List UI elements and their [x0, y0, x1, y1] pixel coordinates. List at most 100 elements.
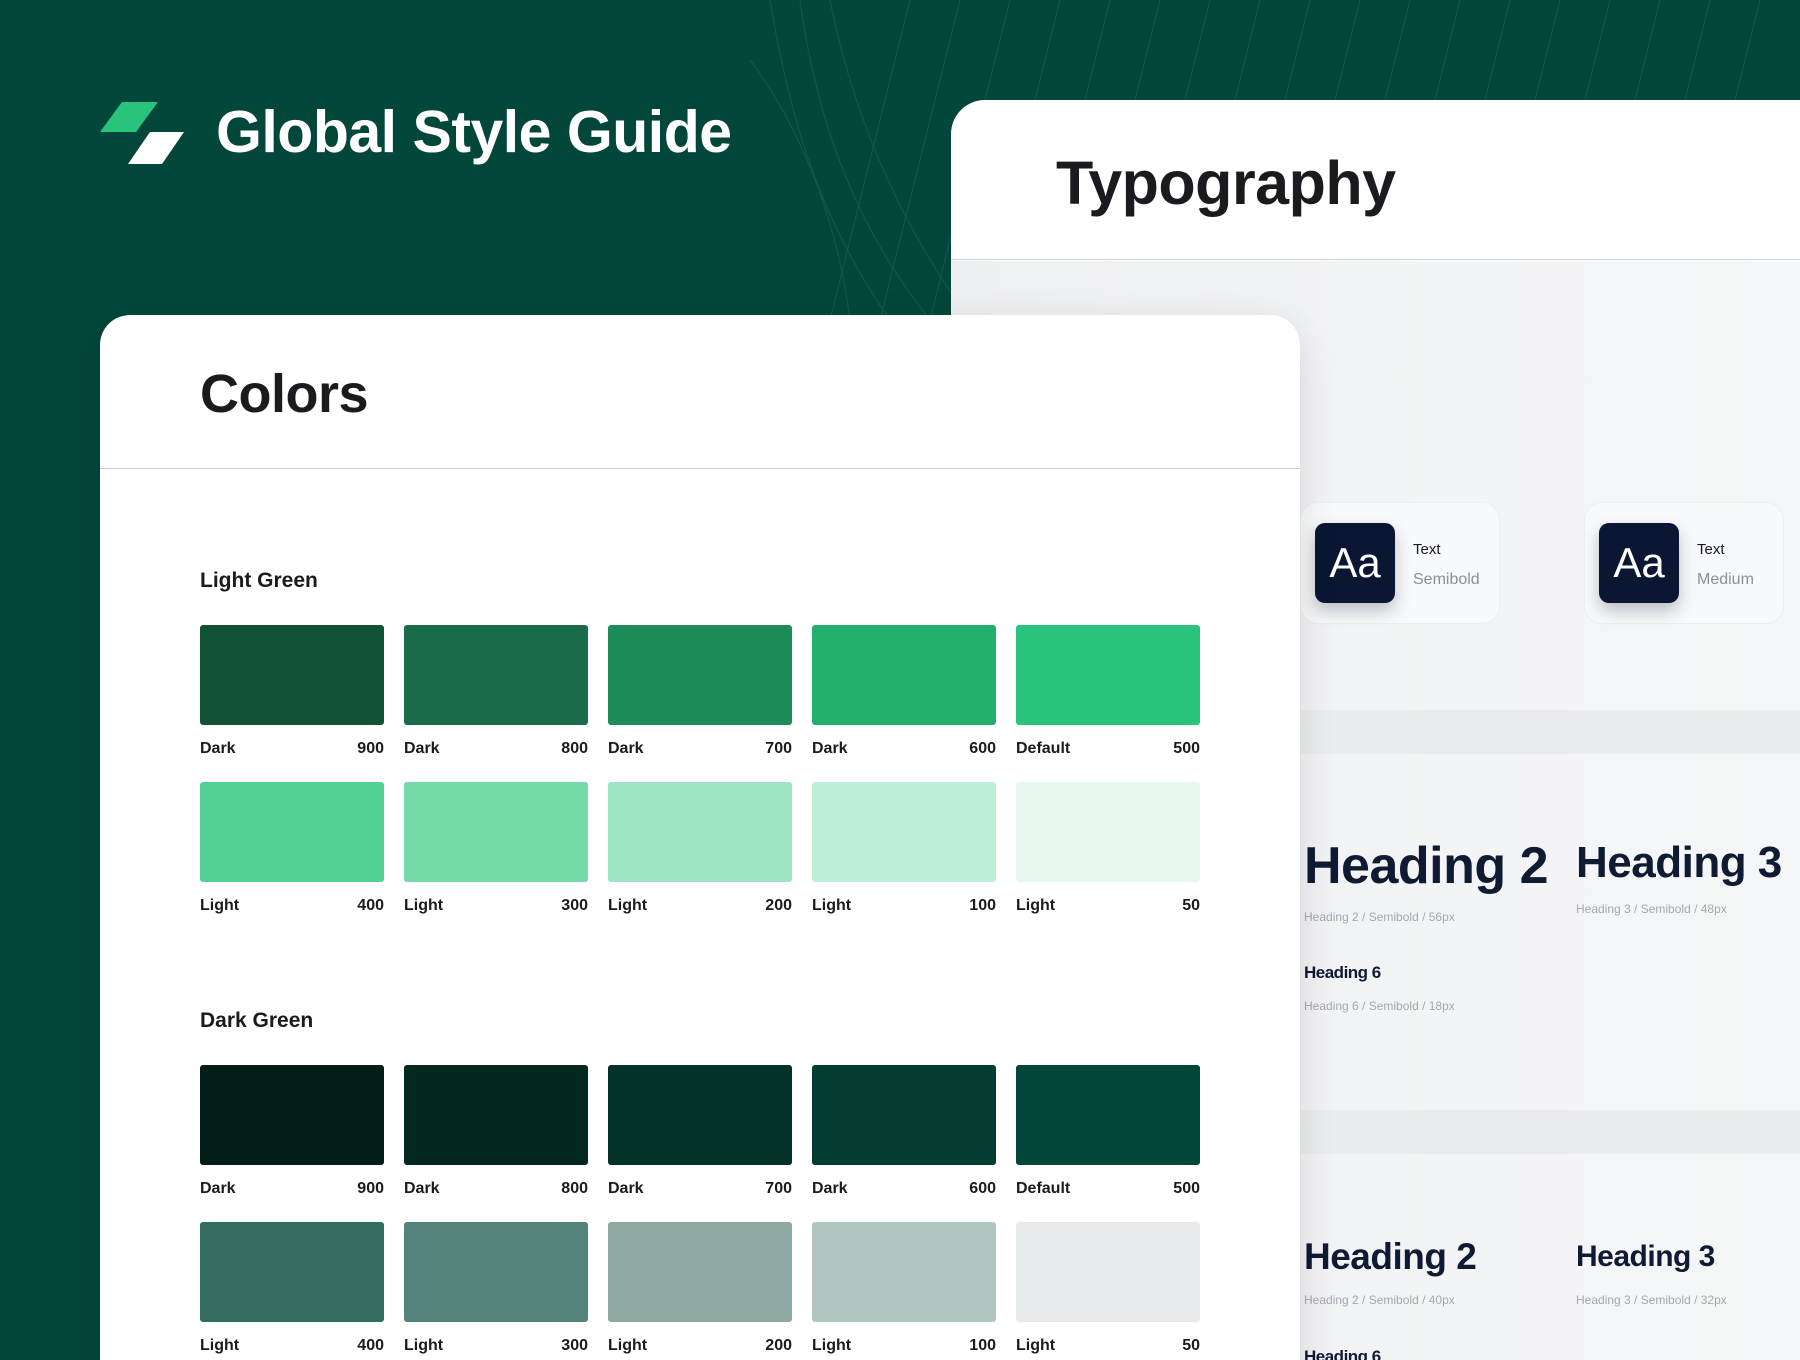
- font-weight: Medium: [1697, 571, 1754, 588]
- colors-header: Colors: [100, 315, 1300, 469]
- heading3-sample: Heading 3: [1576, 838, 1782, 887]
- heading2-meta: Heading 2 / Semibold / 40px: [1304, 1293, 1455, 1307]
- swatch-value: 600: [969, 740, 996, 757]
- swatch-color-box: [608, 625, 792, 725]
- swatch-row: Dark 900 Dark 800 Dark 700 Dark 600 Default 500: [200, 1065, 1202, 1198]
- swatch-label: Light: [812, 897, 852, 914]
- swatch-color-box: [608, 1065, 792, 1165]
- swatch-value: 50: [1182, 897, 1200, 914]
- color-swatch[interactable]: Dark 600: [812, 625, 996, 758]
- swatch-caption: Light 100: [812, 897, 996, 915]
- swatch-value: 400: [357, 897, 384, 914]
- color-swatch[interactable]: Light 300: [404, 1222, 588, 1355]
- font-chip-semibold[interactable]: Aa Text Semibold: [1300, 502, 1500, 624]
- swatch-label: Light: [608, 897, 648, 914]
- swatch-caption: Light 200: [608, 1337, 792, 1355]
- swatch-caption: Default 500: [1016, 740, 1200, 758]
- heading2-sample: Heading 2: [1304, 1236, 1477, 1277]
- typography-title: Typography: [1056, 149, 1396, 217]
- swatch-color-box: [812, 1222, 996, 1322]
- color-swatch[interactable]: Dark 800: [404, 1065, 588, 1198]
- swatch-label: Light: [1016, 1337, 1056, 1354]
- color-swatch[interactable]: Light 100: [812, 1222, 996, 1355]
- swatch-caption: Light 300: [404, 897, 588, 915]
- swatch-color-box: [404, 1065, 588, 1165]
- color-swatch[interactable]: Dark 600: [812, 1065, 996, 1198]
- swatch-color-box: [812, 1065, 996, 1165]
- section-divider: [1300, 1110, 1800, 1154]
- group-label-dark-green: Dark Green: [200, 1009, 314, 1032]
- swatch-color-box: [200, 782, 384, 882]
- color-swatch[interactable]: Light 50: [1016, 782, 1200, 915]
- swatch-color-box: [812, 625, 996, 725]
- color-swatch[interactable]: Dark 700: [608, 625, 792, 758]
- swatch-caption: Default 500: [1016, 1180, 1200, 1198]
- swatch-value: 300: [561, 1337, 588, 1354]
- typography-header: Typography: [951, 100, 1800, 260]
- color-swatch[interactable]: Dark 700: [608, 1065, 792, 1198]
- color-swatch[interactable]: Dark 900: [200, 625, 384, 758]
- swatch-row: Light 400 Light 300 Light 200 Light 100 Light 50: [200, 782, 1202, 915]
- color-swatch[interactable]: Default 500: [1016, 1065, 1200, 1198]
- heading6-sample: Heading 6: [1304, 1347, 1381, 1360]
- color-swatch[interactable]: Light 100: [812, 782, 996, 915]
- swatch-label: Dark: [812, 740, 848, 757]
- swatch-color-box: [200, 625, 384, 725]
- swatch-caption: Dark 600: [812, 1180, 996, 1198]
- font-label: Text: [1413, 541, 1441, 558]
- swatch-color-box: [1016, 1222, 1200, 1322]
- heading3-meta: Heading 3 / Semibold / 32px: [1576, 1293, 1727, 1307]
- swatch-color-box: [404, 1222, 588, 1322]
- swatch-label: Default: [1016, 1180, 1071, 1197]
- swatch-color-box: [812, 782, 996, 882]
- color-swatch[interactable]: Light 200: [608, 1222, 792, 1355]
- page-title: Global Style Guide: [216, 99, 732, 165]
- swatch-color-box: [200, 1222, 384, 1322]
- swatch-value: 500: [1173, 1180, 1200, 1197]
- swatch-caption: Light 400: [200, 897, 384, 915]
- swatch-value: 200: [765, 897, 792, 914]
- swatch-caption: Dark 600: [812, 740, 996, 758]
- swatch-caption: Dark 800: [404, 1180, 588, 1198]
- swatch-color-box: [1016, 782, 1200, 882]
- swatch-value: 700: [765, 740, 792, 757]
- color-swatch[interactable]: Light 300: [404, 782, 588, 915]
- swatch-value: 800: [561, 1180, 588, 1197]
- swatch-label: Light: [404, 1337, 444, 1354]
- color-swatch[interactable]: Light 50: [1016, 1222, 1200, 1355]
- swatch-label: Dark: [812, 1180, 848, 1197]
- swatch-label: Light: [608, 1337, 648, 1354]
- swatch-label: Dark: [200, 740, 236, 757]
- heading6-meta: Heading 6 / Semibold / 18px: [1304, 999, 1455, 1013]
- color-swatch[interactable]: Default 500: [1016, 625, 1200, 758]
- color-swatch[interactable]: Light 400: [200, 1222, 384, 1355]
- group-label-light-green: Light Green: [200, 569, 318, 592]
- swatch-caption: Dark 900: [200, 1180, 384, 1198]
- color-swatch[interactable]: Light 400: [200, 782, 384, 915]
- swatch-row: Light 400 Light 300 Light 200 Light 100 Light 50: [200, 1222, 1202, 1355]
- swatch-caption: Light 100: [812, 1337, 996, 1355]
- color-swatch[interactable]: Dark 800: [404, 625, 588, 758]
- color-swatch[interactable]: Dark 900: [200, 1065, 384, 1198]
- font-chip-medium[interactable]: Aa Text Medium: [1584, 502, 1784, 624]
- section-divider: [1300, 710, 1800, 754]
- font-label: Text: [1697, 541, 1725, 558]
- swatch-value: 100: [969, 897, 996, 914]
- heading6-sample: Heading 6: [1304, 963, 1381, 982]
- heading3-sample: Heading 3: [1576, 1240, 1715, 1273]
- swatch-label: Dark: [200, 1180, 236, 1197]
- swatch-color-box: [1016, 625, 1200, 725]
- color-swatch[interactable]: Light 200: [608, 782, 792, 915]
- swatch-value: 500: [1173, 740, 1200, 757]
- swatch-caption: Light 50: [1016, 1337, 1200, 1355]
- swatch-caption: Light 400: [200, 1337, 384, 1355]
- swatch-value: 100: [969, 1337, 996, 1354]
- font-glyph-icon: Aa: [1315, 523, 1395, 603]
- swatch-color-box: [608, 782, 792, 882]
- font-glyph-icon: Aa: [1599, 523, 1679, 603]
- swatch-label: Dark: [608, 1180, 644, 1197]
- swatch-caption: Dark 800: [404, 740, 588, 758]
- swatch-row: Dark 900 Dark 800 Dark 700 Dark 600 Default 500: [200, 625, 1202, 758]
- heading2-meta: Heading 2 / Semibold / 56px: [1304, 910, 1455, 924]
- swatch-value: 800: [561, 740, 588, 757]
